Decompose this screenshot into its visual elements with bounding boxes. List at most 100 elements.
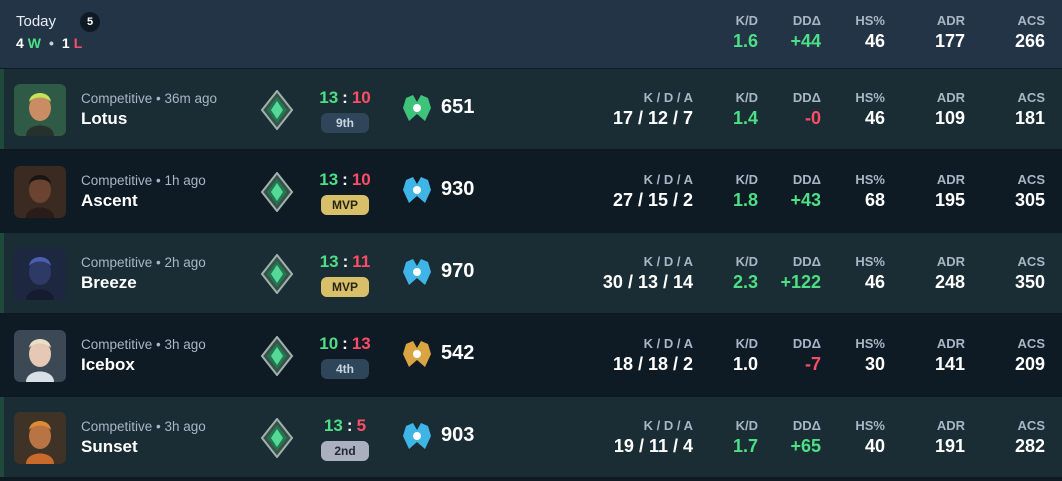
adr-label: ADR — [936, 172, 965, 187]
competitive-rank-icon — [260, 89, 294, 131]
match-meta: Competitive • 1h ago — [81, 173, 206, 188]
rank-blue-icon — [400, 420, 434, 454]
acs-label: ACS — [1017, 172, 1045, 187]
hs-value: 46 — [864, 108, 885, 128]
dd-label: DDΔ — [792, 90, 821, 105]
match-score: 10:13 — [300, 334, 390, 354]
adr-value: 248 — [934, 272, 965, 292]
match-meta: Competitive • 3h ago — [81, 337, 206, 352]
enemy-score: 13 — [351, 334, 371, 353]
losses-suffix: L — [73, 35, 83, 51]
match-score: 13:10 — [300, 88, 390, 108]
hs-value: 40 — [864, 436, 885, 456]
acs-label: ACS — [1017, 336, 1045, 351]
result-accent — [0, 315, 4, 395]
summary-adr-label: ADR — [936, 13, 965, 28]
acs-value: 181 — [1014, 108, 1045, 128]
map-name: Sunset — [81, 437, 138, 456]
dd-value: -0 — [804, 108, 821, 128]
adr-value: 195 — [934, 190, 965, 210]
kd-label: K/D — [735, 90, 758, 105]
rank-rating: 903 — [441, 424, 475, 446]
agent-portrait-icon — [14, 330, 66, 382]
rank-blue-icon — [400, 174, 434, 208]
acs-label: ACS — [1017, 90, 1045, 105]
result-accent — [0, 233, 4, 313]
match-score: 13:10 — [300, 170, 390, 190]
dd-value: +43 — [790, 190, 821, 210]
wins-suffix: W — [27, 35, 42, 51]
dd-label: DDΔ — [792, 336, 821, 351]
enemy-score: 5 — [356, 416, 367, 435]
hs-value: 30 — [864, 354, 885, 374]
match-score: 13:11 — [300, 252, 390, 272]
adr-value: 141 — [934, 354, 965, 374]
summary-acs-label: ACS — [1017, 13, 1045, 28]
kd-value: 1.7 — [732, 436, 758, 456]
placement-badge: 4th — [321, 359, 369, 379]
score-colon: : — [346, 416, 353, 435]
acs-label: ACS — [1017, 418, 1045, 433]
kda-value: 19 / 11 / 4 — [613, 436, 693, 456]
rank-rating: 930 — [441, 178, 475, 200]
match-row[interactable]: Competitive • 3h ago Icebox 10:13 4th 54… — [0, 315, 1062, 395]
kda-value: 30 / 13 / 14 — [602, 272, 693, 292]
rank-rating: 542 — [441, 342, 475, 364]
kda-label: K / D / A — [643, 418, 693, 433]
placement-badge: 9th — [321, 113, 369, 133]
match-row[interactable]: Competitive • 1h ago Ascent 13:10 MVP 93… — [0, 151, 1062, 231]
hs-value: 46 — [864, 272, 885, 292]
dd-label: DDΔ — [792, 172, 821, 187]
dd-label: DDΔ — [792, 254, 821, 269]
map-name: Ascent — [81, 191, 138, 210]
kd-label: K/D — [735, 172, 758, 187]
hs-label: HS% — [855, 336, 885, 351]
acs-value: 350 — [1014, 272, 1045, 292]
match-row[interactable]: Competitive • 2h ago Breeze 13:11 MVP 97… — [0, 233, 1062, 313]
enemy-score: 10 — [351, 88, 371, 107]
rank-rating: 651 — [441, 96, 475, 118]
kd-value: 1.4 — [732, 108, 758, 128]
acs-value: 282 — [1014, 436, 1045, 456]
kd-value: 1.0 — [732, 354, 758, 374]
summary-kd-value: 1.6 — [732, 31, 758, 51]
score-colon: : — [342, 252, 349, 271]
rank-gold-icon — [400, 338, 434, 372]
placement-badge: 2nd — [321, 441, 369, 461]
result-accent — [0, 397, 4, 477]
result-accent — [0, 151, 4, 231]
result-accent — [0, 69, 4, 149]
match-meta: Competitive • 36m ago — [81, 91, 218, 106]
rank-rating: 970 — [441, 260, 475, 282]
summary-dd-label: DDΔ — [792, 13, 821, 28]
acs-value: 209 — [1014, 354, 1045, 374]
summary-acs-value: 266 — [1014, 31, 1045, 51]
summary-hs-label: HS% — [855, 13, 885, 28]
team-score: 10 — [319, 334, 339, 353]
kda-label: K / D / A — [643, 172, 693, 187]
enemy-score: 11 — [352, 252, 371, 271]
dd-value: +122 — [780, 272, 821, 292]
placement-badge: MVP — [321, 277, 369, 297]
win-loss-record: 4 W • 1 L — [16, 35, 82, 51]
adr-value: 191 — [934, 436, 965, 456]
match-meta: Competitive • 2h ago — [81, 255, 206, 270]
hs-label: HS% — [855, 172, 885, 187]
kda-label: K / D / A — [643, 90, 693, 105]
adr-label: ADR — [936, 336, 965, 351]
kd-label: K/D — [735, 254, 758, 269]
hs-label: HS% — [855, 90, 885, 105]
rank-blue-icon — [400, 256, 434, 290]
adr-label: ADR — [936, 418, 965, 433]
summary-adr-value: 177 — [934, 31, 965, 51]
placement-badge: MVP — [321, 195, 369, 215]
team-score: 13 — [319, 252, 339, 271]
match-row[interactable]: Competitive • 36m ago Lotus 13:10 9th 65… — [0, 69, 1062, 149]
match-meta: Competitive • 3h ago — [81, 419, 206, 434]
kda-value: 18 / 18 / 2 — [612, 354, 693, 374]
score-colon: : — [342, 334, 348, 353]
record-separator: • — [49, 35, 54, 51]
acs-value: 305 — [1014, 190, 1045, 210]
match-row[interactable]: Competitive • 3h ago Sunset 13:5 2nd 903… — [0, 397, 1062, 477]
today-summary: Today 5 4 W • 1 L K/D 1.6 DDΔ +44 HS% 46… — [0, 0, 1062, 68]
